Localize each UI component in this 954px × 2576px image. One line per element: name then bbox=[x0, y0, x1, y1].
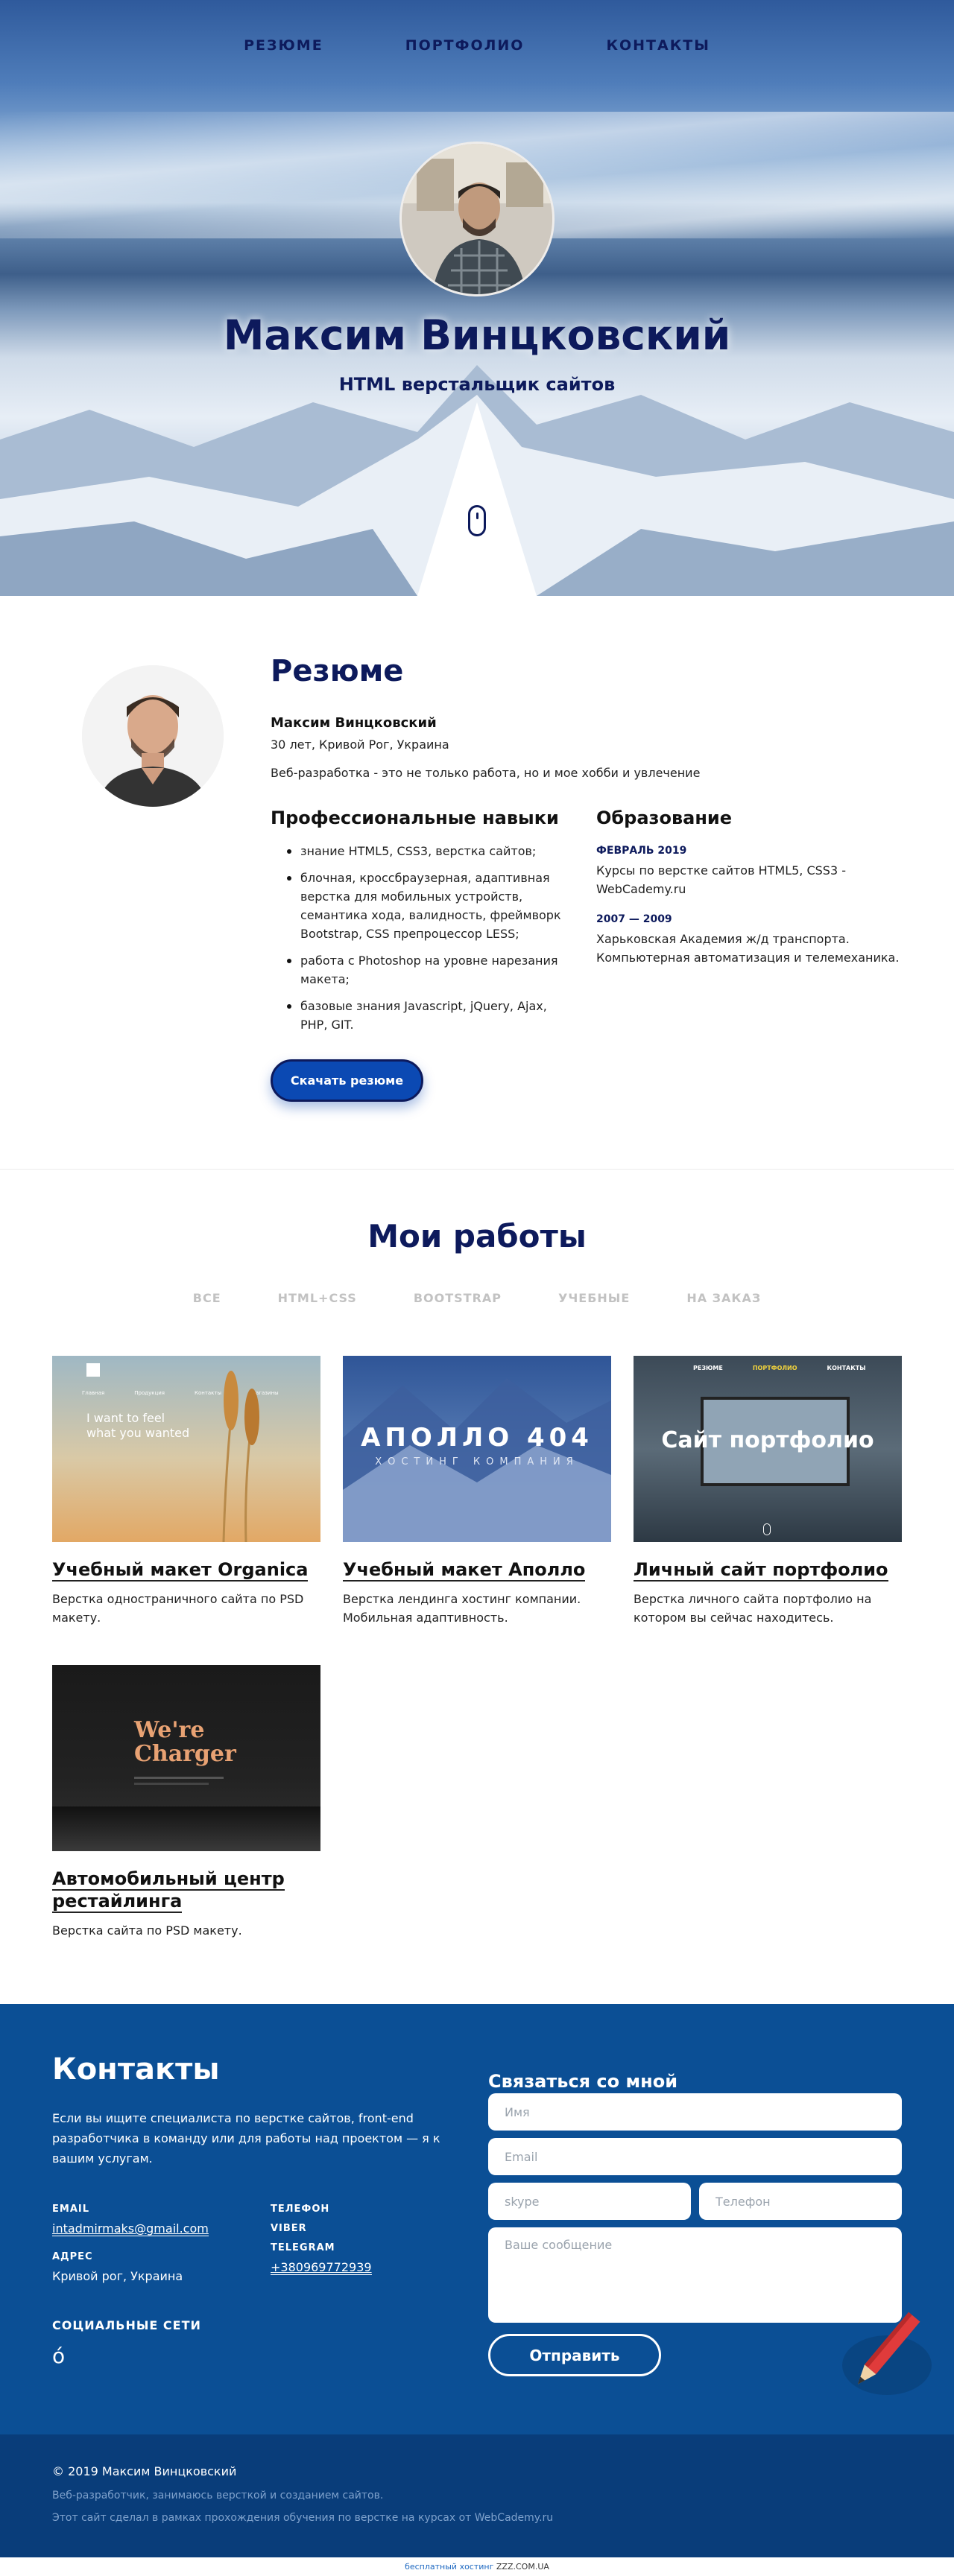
pencil-icon bbox=[842, 2312, 932, 2395]
education-date: 2007 — 2009 bbox=[596, 913, 672, 925]
card-description: Верстка сайта по PSD макету. bbox=[52, 1923, 242, 1938]
card-description: Верстка личного сайта портфолио на котор… bbox=[634, 1592, 872, 1625]
mouse-scroll-icon[interactable] bbox=[468, 505, 486, 536]
filter-html-css[interactable]: HTML+CSS bbox=[278, 1291, 357, 1305]
send-button[interactable]: Отправить bbox=[488, 2334, 661, 2376]
download-resume-button[interactable]: Скачать резюме bbox=[271, 1059, 423, 1102]
email-field[interactable] bbox=[488, 2138, 902, 2175]
social-icon[interactable]: ó bbox=[52, 2344, 65, 2368]
skill-item: знание HTML5, CSS3, верстка сайтов; bbox=[271, 842, 569, 860]
social-title: СОЦИАЛЬНЫЕ СЕТИ bbox=[52, 2318, 201, 2332]
resume-section: Резюме Максим Винцковский 30 лет, Кривой… bbox=[0, 596, 954, 1170]
filter-bootstrap[interactable]: BOOTSTRAP bbox=[414, 1291, 502, 1305]
portfolio-card[interactable]: Главная Продукция Контакты Магазины I wa… bbox=[52, 1356, 320, 1627]
skill-item: базовые знания Javascript, jQuery, Ajax,… bbox=[271, 997, 569, 1034]
phone-link[interactable]: +380969772939 bbox=[271, 2260, 372, 2275]
card-title[interactable]: Личный сайт портфолио bbox=[634, 1558, 902, 1582]
portfolio-filters: ВСЕ HTML+CSS BOOTSTRAP УЧЕБНЫЕ НА ЗАКАЗ bbox=[0, 1291, 954, 1305]
hero-section: РЕЗЮМЕ ПОРТФОЛИО КОНТАКТЫ Максим Винцков… bbox=[0, 0, 954, 596]
email-label: EMAIL bbox=[52, 2204, 89, 2215]
hero-subtitle: HTML верстальщик сайтов bbox=[338, 374, 616, 395]
nav-link-portfolio[interactable]: ПОРТФОЛИО bbox=[405, 37, 525, 54]
portfolio-thumb-charger[interactable]: We're Charger bbox=[52, 1665, 320, 1851]
contacts-text: Если вы ищите специалиста по верстке сай… bbox=[52, 2111, 440, 2166]
skill-item: работа с Photoshop на уровне нарезания м… bbox=[271, 951, 569, 989]
footer: © 2019 Максим Винцковский Веб-разработчи… bbox=[0, 2434, 954, 2576]
resume-meta: 30 лет, Кривой Рог, Украина bbox=[271, 737, 449, 752]
viber-label: VIBER bbox=[271, 2223, 307, 2234]
education-text: Харьковская Академия ж/д транспорта. Ком… bbox=[596, 932, 900, 965]
education-text: Курсы по верстке сайтов HTML5, CSS3 - We… bbox=[596, 863, 846, 896]
card-title[interactable]: Учебный макет Organica bbox=[52, 1558, 320, 1582]
skills-title: Профессиональные навыки bbox=[271, 808, 559, 828]
portfolio-thumb-apollo[interactable]: АПОЛЛО 404 ХОСТИНГ КОМПАНИЯ bbox=[343, 1356, 611, 1542]
hero-avatar bbox=[399, 142, 555, 296]
resume-title: Резюме bbox=[271, 654, 404, 688]
thumb-heading: We're Charger bbox=[134, 1717, 236, 1767]
main-nav: РЕЗЮМЕ ПОРТФОЛИО КОНТАКТЫ bbox=[0, 37, 954, 54]
filter-all[interactable]: ВСЕ bbox=[193, 1291, 221, 1305]
nav-link-contacts[interactable]: КОНТАКТЫ bbox=[606, 37, 710, 54]
skill-item: блочная, кроссбраузерная, адаптивная вер… bbox=[271, 869, 569, 943]
thumb-nav-item: ПОРТФОЛИО bbox=[752, 1365, 797, 1371]
contacts-section: Контакты Если вы ищите специалиста по ве… bbox=[0, 2004, 954, 2434]
hero-name: Максим Винцковский bbox=[223, 311, 731, 359]
portfolio-thumb-organica[interactable]: Главная Продукция Контакты Магазины I wa… bbox=[52, 1356, 320, 1542]
thumb-nav-item: РЕЗЮМЕ bbox=[693, 1365, 723, 1371]
hosting-bar: бесплатный хостинг ZZZ.COM.UA bbox=[0, 2557, 954, 2576]
card-description: Верстка лендинга хостинг компании. Мобил… bbox=[343, 1592, 581, 1625]
card-title[interactable]: Учебный макет Аполло bbox=[343, 1558, 611, 1582]
footer-line-1: Веб-разработчик, занимаюсь версткой и со… bbox=[52, 2490, 384, 2502]
thumb-nav-item: КОНТАКТЫ bbox=[827, 1365, 866, 1371]
address-label: АДРЕС bbox=[52, 2251, 93, 2262]
thumb-nav-item: Продукция bbox=[134, 1390, 165, 1396]
education-date: ФЕВРАЛЬ 2019 bbox=[596, 845, 687, 857]
education-title: Образование bbox=[596, 808, 733, 828]
skype-field[interactable] bbox=[488, 2183, 691, 2220]
hosting-link[interactable]: ZZZ.COM.UA bbox=[496, 2562, 549, 2572]
card-description: Верстка одностраничного сайта по PSD мак… bbox=[52, 1592, 304, 1625]
portfolio-thumb-portfolio-site[interactable]: РЕЗЮМЕ ПОРТФОЛИО КОНТАКТЫ Сайт портфолио bbox=[634, 1356, 902, 1542]
education-item: ФЕВРАЛЬ 2019 Курсы по верстке сайтов HTM… bbox=[596, 845, 909, 898]
footer-copyright: © 2019 Максим Винцковский bbox=[52, 2464, 237, 2478]
thumb-nav-item: Главная bbox=[82, 1390, 105, 1396]
contacts-title: Контакты bbox=[52, 2052, 220, 2087]
footer-line-2: Этот сайт сделал в рамках прохождения об… bbox=[52, 2512, 554, 2524]
wheat-image bbox=[222, 1371, 259, 1542]
skills-list: знание HTML5, CSS3, верстка сайтов; блоч… bbox=[271, 842, 569, 1042]
telegram-label: TELEGRAM bbox=[271, 2242, 335, 2253]
thumb-heading: Сайт портфолио bbox=[661, 1427, 874, 1453]
hosting-link-prefix[interactable]: бесплатный хостинг bbox=[405, 2562, 496, 2572]
resume-avatar bbox=[82, 665, 224, 807]
webcademy-link[interactable]: WebCademy.ru bbox=[475, 2512, 553, 2524]
filter-training[interactable]: УЧЕБНЫЕ bbox=[558, 1291, 630, 1305]
thumb-subheading: ХОСТИНГ КОМПАНИЯ bbox=[375, 1456, 579, 1468]
thumb-heading: АПОЛЛО 404 bbox=[361, 1423, 593, 1453]
contact-form-title: Связаться со мной bbox=[488, 2071, 678, 2092]
phone-label: ТЕЛЕФОН bbox=[271, 2204, 330, 2215]
email-link[interactable]: intadmirmaks@gmail.com bbox=[52, 2221, 209, 2236]
portfolio-card[interactable]: We're Charger Автомобильный центр рестай… bbox=[52, 1665, 320, 1940]
portfolio-title: Мои работы bbox=[367, 1218, 587, 1254]
portfolio-section: Мои работы ВСЕ HTML+CSS BOOTSTRAP УЧЕБНЫ… bbox=[0, 1170, 954, 2004]
filter-custom[interactable]: НА ЗАКАЗ bbox=[686, 1291, 761, 1305]
portfolio-card[interactable]: РЕЗЮМЕ ПОРТФОЛИО КОНТАКТЫ Сайт портфолио… bbox=[634, 1356, 902, 1627]
portfolio-card[interactable]: АПОЛЛО 404 ХОСТИНГ КОМПАНИЯ Учебный маке… bbox=[343, 1356, 611, 1627]
phone-field[interactable] bbox=[699, 2183, 902, 2220]
resume-about: Веб-разработка - это не только работа, н… bbox=[271, 766, 701, 780]
card-title[interactable]: Автомобильный центр рестайлинга bbox=[52, 1868, 320, 1913]
thumb-heading: I want to feel what you wanted bbox=[86, 1411, 190, 1440]
name-field[interactable] bbox=[488, 2093, 902, 2131]
address-value: Кривой рог, Украина bbox=[52, 2269, 183, 2283]
education-item: 2007 — 2009 Харьковская Академия ж/д тра… bbox=[596, 913, 909, 967]
nav-link-resume[interactable]: РЕЗЮМЕ bbox=[244, 37, 323, 54]
resume-name: Максим Винцковский bbox=[271, 715, 437, 731]
